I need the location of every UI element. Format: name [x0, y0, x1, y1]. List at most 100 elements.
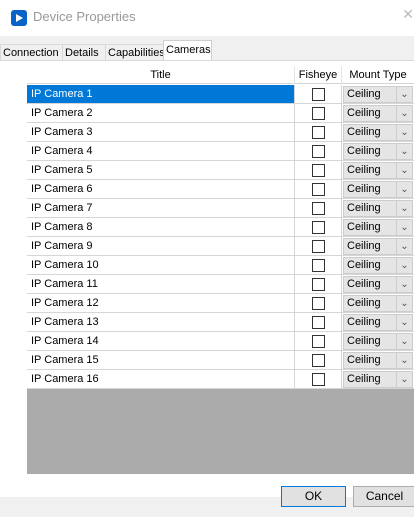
mount-type-select[interactable]: Ceiling ⌄ — [343, 295, 413, 312]
camera-title-cell[interactable]: IP Camera 15 — [27, 351, 295, 369]
fisheye-checkbox[interactable] — [312, 145, 325, 158]
table-row[interactable]: IP Camera 15 Ceiling ⌄ — [27, 351, 414, 370]
camera-title-cell[interactable]: IP Camera 14 — [27, 332, 295, 350]
chevron-down-icon[interactable]: ⌄ — [396, 277, 412, 292]
mount-type-select[interactable]: Ceiling ⌄ — [343, 143, 413, 160]
table-row[interactable]: IP Camera 3 Ceiling ⌄ — [27, 123, 414, 142]
table-row[interactable]: IP Camera 16 Ceiling ⌄ — [27, 370, 414, 389]
table-row[interactable]: IP Camera 14 Ceiling ⌄ — [27, 332, 414, 351]
chevron-down-icon[interactable]: ⌄ — [396, 201, 412, 216]
mount-type-select[interactable]: Ceiling ⌄ — [343, 314, 413, 331]
fisheye-checkbox[interactable] — [312, 297, 325, 310]
chevron-down-icon[interactable]: ⌄ — [396, 87, 412, 102]
fisheye-checkbox[interactable] — [312, 221, 325, 234]
table-row[interactable]: IP Camera 11 Ceiling ⌄ — [27, 275, 414, 294]
chevron-down-icon[interactable]: ⌄ — [396, 334, 412, 349]
camera-title-cell[interactable]: IP Camera 3 — [27, 123, 295, 141]
chevron-down-icon[interactable]: ⌄ — [396, 144, 412, 159]
chevron-down-icon[interactable]: ⌄ — [396, 106, 412, 121]
column-header-fisheye[interactable]: Fisheye — [295, 66, 342, 84]
camera-title-cell[interactable]: IP Camera 11 — [27, 275, 295, 293]
mount-type-select[interactable]: Ceiling ⌄ — [343, 333, 413, 350]
chevron-down-icon[interactable]: ⌄ — [396, 239, 412, 254]
table-row[interactable]: IP Camera 12 Ceiling ⌄ — [27, 294, 414, 313]
fisheye-checkbox[interactable] — [312, 88, 325, 101]
mount-type-cell: Ceiling ⌄ — [342, 370, 414, 388]
table-row[interactable]: IP Camera 1 Ceiling ⌄ — [27, 85, 414, 104]
mount-type-cell: Ceiling ⌄ — [342, 142, 414, 160]
camera-title-cell[interactable]: IP Camera 8 — [27, 218, 295, 236]
table-row[interactable]: IP Camera 7 Ceiling ⌄ — [27, 199, 414, 218]
chevron-down-icon[interactable]: ⌄ — [396, 125, 412, 140]
camera-title-cell[interactable]: IP Camera 2 — [27, 104, 295, 122]
device-properties-window: Device Properties ✕ Connection Details C… — [0, 0, 414, 517]
column-header-title[interactable]: Title — [27, 66, 295, 84]
fisheye-checkbox[interactable] — [312, 202, 325, 215]
table-row[interactable]: IP Camera 13 Ceiling ⌄ — [27, 313, 414, 332]
table-row[interactable]: IP Camera 10 Ceiling ⌄ — [27, 256, 414, 275]
fisheye-checkbox[interactable] — [312, 373, 325, 386]
mount-type-select[interactable]: Ceiling ⌄ — [343, 238, 413, 255]
column-header-mount-type[interactable]: Mount Type — [342, 66, 414, 84]
chevron-down-icon[interactable]: ⌄ — [396, 220, 412, 235]
mount-type-value: Ceiling — [347, 373, 381, 385]
camera-title-cell[interactable]: IP Camera 5 — [27, 161, 295, 179]
chevron-down-icon[interactable]: ⌄ — [396, 315, 412, 330]
fisheye-checkbox[interactable] — [312, 278, 325, 291]
chevron-down-icon[interactable]: ⌄ — [396, 296, 412, 311]
table-row[interactable]: IP Camera 8 Ceiling ⌄ — [27, 218, 414, 237]
camera-title-cell[interactable]: IP Camera 7 — [27, 199, 295, 217]
chevron-down-icon[interactable]: ⌄ — [396, 372, 412, 387]
chevron-down-icon[interactable]: ⌄ — [396, 258, 412, 273]
camera-title-cell[interactable]: IP Camera 1 — [27, 85, 295, 103]
tab-cameras[interactable]: Cameras — [163, 40, 212, 61]
chevron-down-icon[interactable]: ⌄ — [396, 163, 412, 178]
mount-type-select[interactable]: Ceiling ⌄ — [343, 352, 413, 369]
mount-type-value: Ceiling — [347, 164, 381, 176]
mount-type-select[interactable]: Ceiling ⌄ — [343, 124, 413, 141]
camera-title-cell[interactable]: IP Camera 6 — [27, 180, 295, 198]
fisheye-checkbox[interactable] — [312, 259, 325, 272]
fisheye-checkbox[interactable] — [312, 335, 325, 348]
chevron-down-icon[interactable]: ⌄ — [396, 353, 412, 368]
fisheye-checkbox[interactable] — [312, 183, 325, 196]
table-row[interactable]: IP Camera 9 Ceiling ⌄ — [27, 237, 414, 256]
mount-type-select[interactable]: Ceiling ⌄ — [343, 105, 413, 122]
mount-type-select[interactable]: Ceiling ⌄ — [343, 219, 413, 236]
mount-type-cell: Ceiling ⌄ — [342, 332, 414, 350]
chevron-down-icon[interactable]: ⌄ — [396, 182, 412, 197]
tab-connection[interactable]: Connection — [0, 44, 63, 60]
camera-title-cell[interactable]: IP Camera 16 — [27, 370, 295, 388]
mount-type-select[interactable]: Ceiling ⌄ — [343, 276, 413, 293]
mount-type-select[interactable]: Ceiling ⌄ — [343, 257, 413, 274]
mount-type-select[interactable]: Ceiling ⌄ — [343, 162, 413, 179]
camera-title-cell[interactable]: IP Camera 10 — [27, 256, 295, 274]
mount-type-select[interactable]: Ceiling ⌄ — [343, 200, 413, 217]
camera-title-cell[interactable]: IP Camera 13 — [27, 313, 295, 331]
mount-type-select[interactable]: Ceiling ⌄ — [343, 181, 413, 198]
fisheye-checkbox[interactable] — [312, 107, 325, 120]
fisheye-checkbox[interactable] — [312, 126, 325, 139]
mount-type-select[interactable]: Ceiling ⌄ — [343, 86, 413, 103]
fisheye-cell — [295, 275, 342, 293]
mount-type-value: Ceiling — [347, 297, 381, 309]
table-row[interactable]: IP Camera 2 Ceiling ⌄ — [27, 104, 414, 123]
close-icon[interactable]: ✕ — [396, 6, 414, 28]
camera-title-cell[interactable]: IP Camera 12 — [27, 294, 295, 312]
tab-details[interactable]: Details — [62, 44, 106, 60]
fisheye-checkbox[interactable] — [312, 164, 325, 177]
ok-button[interactable]: OK — [281, 486, 346, 507]
fisheye-checkbox[interactable] — [312, 354, 325, 367]
fisheye-checkbox[interactable] — [312, 240, 325, 253]
camera-title-cell[interactable]: IP Camera 4 — [27, 142, 295, 160]
tab-capabilities[interactable]: Capabilities — [105, 44, 165, 60]
fisheye-checkbox[interactable] — [312, 316, 325, 329]
table-row[interactable]: IP Camera 6 Ceiling ⌄ — [27, 180, 414, 199]
table-row[interactable]: IP Camera 4 Ceiling ⌄ — [27, 142, 414, 161]
table-row[interactable]: IP Camera 5 Ceiling ⌄ — [27, 161, 414, 180]
mount-type-select[interactable]: Ceiling ⌄ — [343, 371, 413, 388]
fisheye-cell — [295, 351, 342, 369]
cancel-button[interactable]: Cancel — [353, 486, 414, 507]
camera-title-cell[interactable]: IP Camera 9 — [27, 237, 295, 255]
mount-type-value: Ceiling — [347, 126, 381, 138]
